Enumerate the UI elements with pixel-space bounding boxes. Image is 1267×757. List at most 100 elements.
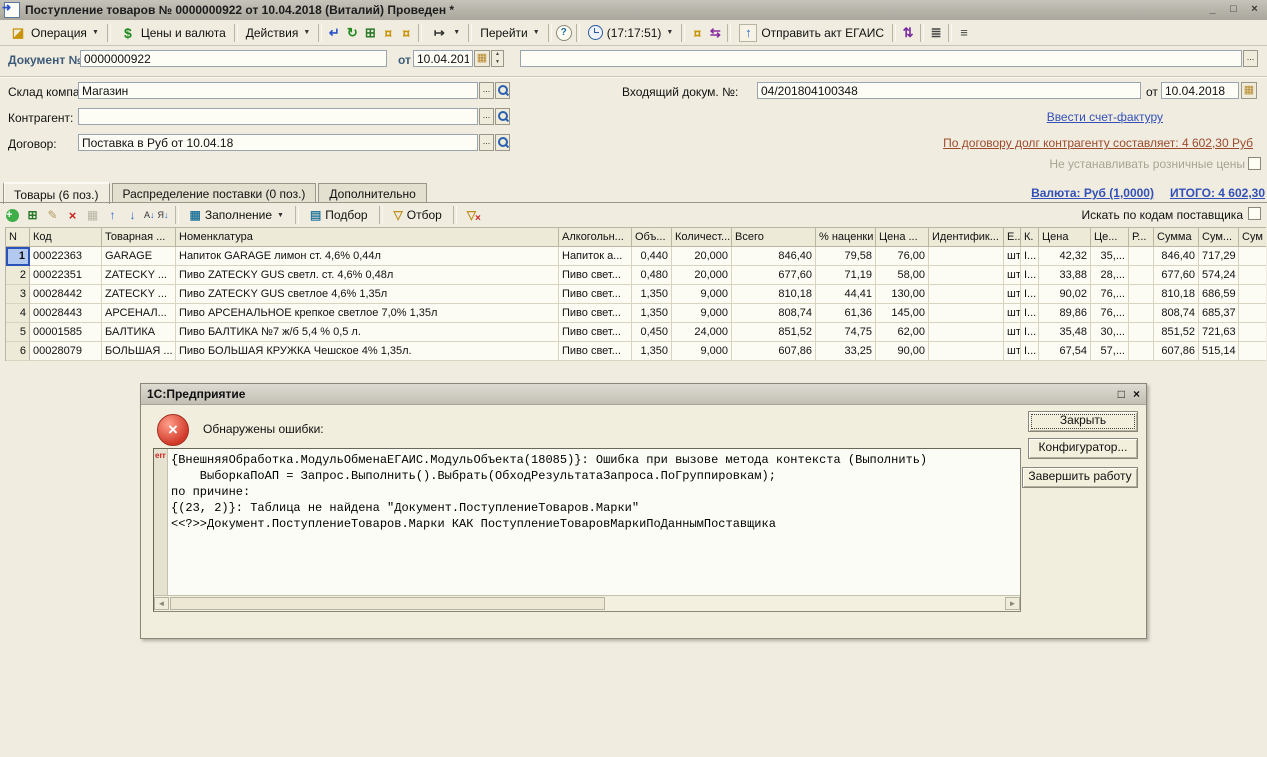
table-cell[interactable]: 35,... — [1091, 247, 1129, 266]
search-by-supplier-codes-checkbox[interactable] — [1248, 207, 1261, 220]
table-cell[interactable]: I... — [1021, 323, 1039, 342]
table-cell[interactable] — [929, 247, 1004, 266]
contract-search-icon[interactable] — [495, 134, 510, 151]
move-down-icon[interactable]: ↓ — [124, 207, 141, 224]
table-cell[interactable]: 00028079 — [30, 342, 102, 361]
unpost-document-icon[interactable]: ¤ — [397, 24, 415, 42]
table-cell[interactable]: 846,40 — [732, 247, 816, 266]
table-cell[interactable]: 3 — [6, 285, 30, 304]
save-close-icon[interactable]: ↵ — [325, 24, 343, 42]
table-cell[interactable] — [1129, 285, 1154, 304]
table-cell[interactable] — [1129, 247, 1154, 266]
table-cell[interactable]: I... — [1021, 342, 1039, 361]
copy-add-icon[interactable]: ⊞ — [361, 24, 379, 42]
table-cell[interactable]: 00022351 — [30, 266, 102, 285]
prices-currency-button[interactable]: $ Цены и валюта — [114, 22, 231, 44]
table-cell[interactable]: 515,14 — [1199, 342, 1239, 361]
help-icon[interactable]: ? — [556, 25, 572, 41]
contractor-ellipsis-button[interactable]: ... — [479, 108, 494, 125]
comment-ellipsis-button[interactable]: ... — [1243, 50, 1258, 67]
contractor-debt-link[interactable]: По договору долг контрагенту составляет:… — [943, 136, 1253, 150]
calendar-icon[interactable]: ▦ — [1241, 82, 1257, 99]
column-header[interactable]: Сум... — [1199, 228, 1239, 247]
table-cell[interactable]: Пиво ZATECKY GUS светл. ст. 4,6% 0,48л — [176, 266, 559, 285]
table-cell[interactable]: I... — [1021, 285, 1039, 304]
clear-filter-icon[interactable]: ▽× — [463, 207, 480, 224]
table-cell[interactable]: 9,000 — [672, 304, 732, 323]
column-header[interactable]: Товарная ... — [102, 228, 176, 247]
table-cell[interactable]: шт — [1004, 247, 1021, 266]
table-cell[interactable]: Пиво свет... — [559, 323, 632, 342]
table-cell[interactable]: 1 — [1239, 323, 1266, 342]
column-header[interactable]: Номенклатура — [176, 228, 559, 247]
table-cell[interactable]: 00001585 — [30, 323, 102, 342]
table-cell[interactable]: 677,60 — [1154, 266, 1199, 285]
exchange-icon[interactable]: ⇆ — [706, 24, 724, 42]
table-cell[interactable]: БОЛЬШАЯ ... — [102, 342, 176, 361]
table-cell[interactable]: I... — [1021, 247, 1039, 266]
table-cell[interactable] — [929, 304, 1004, 323]
close-dialog-button[interactable]: Закрыть — [1028, 411, 1138, 432]
table-cell[interactable]: шт — [1004, 266, 1021, 285]
table-cell[interactable]: 6 — [6, 342, 30, 361]
table-cell[interactable]: 90,02 — [1039, 285, 1091, 304]
warehouse-search-icon[interactable] — [495, 82, 510, 99]
column-header[interactable]: Код — [30, 228, 102, 247]
output-button[interactable]: ↦▼ — [425, 22, 465, 44]
table-cell[interactable]: 33,25 — [816, 342, 876, 361]
structure-icon[interactable]: ≣ — [927, 24, 945, 42]
table-cell[interactable]: 20,000 — [672, 247, 732, 266]
table-row[interactable]: 500001585БАЛТИКАПиво БАЛТИКА №7 ж/б 5,4 … — [6, 323, 1266, 342]
table-cell[interactable]: 1 — [6, 247, 30, 266]
table-cell[interactable]: ZATECKY ... — [102, 266, 176, 285]
column-header[interactable]: Е.. — [1004, 228, 1021, 247]
table-cell[interactable]: 30,... — [1091, 323, 1129, 342]
table-row[interactable]: 300028442ZATECKY ...Пиво ZATECKY GUS све… — [6, 285, 1266, 304]
column-header[interactable]: Це... — [1091, 228, 1129, 247]
table-cell[interactable]: Пиво свет... — [559, 266, 632, 285]
add-copy-row-icon[interactable]: ⊞ — [24, 207, 41, 224]
table-cell[interactable]: Пиво свет... — [559, 285, 632, 304]
enter-invoice-link[interactable]: Ввести счет-фактуру — [1047, 110, 1163, 124]
table-cell[interactable]: 851,52 — [1154, 323, 1199, 342]
table-cell[interactable]: 62,00 — [876, 323, 929, 342]
table-cell[interactable]: 607,86 — [732, 342, 816, 361]
table-cell[interactable]: 717,29 — [1199, 247, 1239, 266]
table-cell[interactable]: шт — [1004, 342, 1021, 361]
table-cell[interactable]: 35,48 — [1039, 323, 1091, 342]
tab-goods[interactable]: Товары (6 поз.) — [3, 182, 110, 204]
dialog-close-button[interactable]: × — [1133, 387, 1140, 401]
table-cell[interactable]: АРСЕНАЛ... — [102, 304, 176, 323]
contractor-search-icon[interactable] — [495, 108, 510, 125]
table-cell[interactable]: Напиток а... — [559, 247, 632, 266]
comment-input[interactable] — [520, 50, 1242, 67]
edit-row-icon[interactable]: ✎ — [44, 207, 61, 224]
table-cell[interactable]: 0,440 — [632, 247, 672, 266]
sort-desc-icon[interactable]: Я↓ — [158, 210, 169, 220]
column-header[interactable]: Цена — [1039, 228, 1091, 247]
date-spinner[interactable]: ▲▼ — [491, 50, 504, 67]
warehouse-ellipsis-button[interactable]: ... — [479, 82, 494, 99]
warehouse-input[interactable] — [78, 82, 478, 99]
table-cell[interactable]: 00028443 — [30, 304, 102, 323]
table-cell[interactable]: 1 — [1239, 304, 1266, 323]
incoming-date-input[interactable] — [1161, 82, 1239, 99]
operation-button[interactable]: ◪ Операция▼ — [4, 22, 104, 44]
table-cell[interactable]: Пиво БОЛЬШАЯ КРУЖКА Чешское 4% 1,35л. — [176, 342, 559, 361]
table-cell[interactable]: 2 — [6, 266, 30, 285]
error-textbox[interactable]: err {ВнешняяОбработка.МодульОбменаЕГАИС.… — [153, 448, 1021, 612]
table-cell[interactable]: 810,18 — [732, 285, 816, 304]
table-cell[interactable]: 685,37 — [1199, 304, 1239, 323]
scroll-left-icon[interactable]: ◄ — [154, 597, 169, 610]
add-row-icon[interactable]: + — [6, 209, 19, 222]
table-cell[interactable]: 67,54 — [1039, 342, 1091, 361]
sort-asc-icon[interactable]: А↓ — [144, 210, 155, 220]
doc-number-input[interactable] — [80, 50, 387, 67]
table-cell[interactable]: 5 — [6, 323, 30, 342]
contract-ellipsis-button[interactable]: ... — [479, 134, 494, 151]
table-row[interactable]: 200022351ZATECKY ...Пиво ZATECKY GUS све… — [6, 266, 1266, 285]
table-cell[interactable]: 810,18 — [1154, 285, 1199, 304]
column-header[interactable]: N — [6, 228, 30, 247]
table-cell[interactable]: БАЛТИКА — [102, 323, 176, 342]
table-cell[interactable]: 57,... — [1091, 342, 1129, 361]
